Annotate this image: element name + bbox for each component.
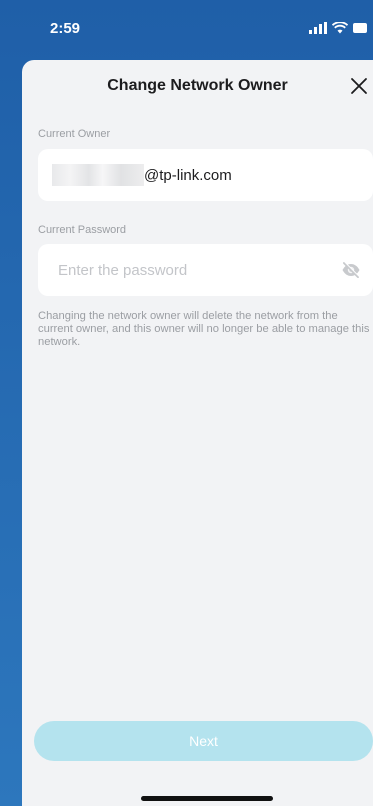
current-password-label: Current Password	[38, 224, 127, 236]
wifi-icon	[332, 22, 348, 34]
password-input[interactable]	[58, 244, 328, 296]
status-bar: 2:59	[0, 0, 373, 56]
home-indicator	[141, 796, 273, 801]
bottom-sheet: Change Network Owner Current Owner @tp-l…	[22, 60, 373, 806]
status-time: 2:59	[50, 20, 81, 37]
info-text: Changing the network owner will delete t…	[38, 310, 370, 348]
owner-email: @tp-link.com	[52, 149, 232, 201]
password-field[interactable]	[38, 244, 373, 296]
owner-email-domain: @tp-link.com	[144, 166, 232, 184]
eye-off-icon[interactable]	[341, 260, 361, 280]
battery-icon	[353, 23, 367, 33]
screen: 2:59 Change Network Owner Current Owner …	[0, 0, 373, 806]
sheet-title: Change Network Owner	[107, 77, 288, 94]
status-icons	[309, 22, 367, 34]
blurred-username	[52, 164, 144, 186]
current-owner-label: Current Owner	[38, 128, 111, 140]
next-button[interactable]: Next	[34, 721, 373, 761]
signal-icon	[309, 22, 327, 34]
close-icon[interactable]	[347, 74, 371, 98]
current-owner-field: @tp-link.com	[38, 149, 373, 201]
sheet-header: Change Network Owner	[22, 60, 373, 112]
